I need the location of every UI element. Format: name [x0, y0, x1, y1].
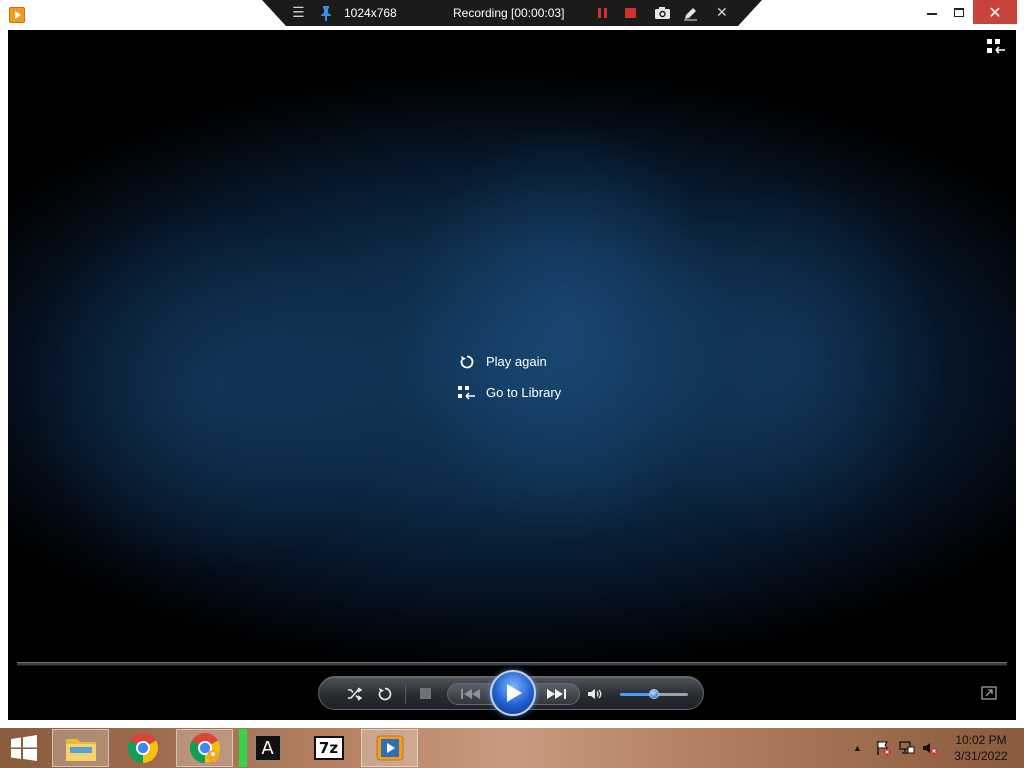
window-minimize-button[interactable]: [917, 0, 947, 24]
recording-pause-button[interactable]: [597, 0, 609, 26]
volume-slider[interactable]: [620, 689, 688, 699]
window-maximize-button[interactable]: [944, 0, 974, 24]
seek-bar[interactable]: [17, 662, 1007, 666]
repeat-icon[interactable]: [375, 684, 395, 704]
minimize-icon: [927, 13, 937, 15]
recording-toolbar: ☰ 1024x768 Recording [00:00:03] ✕: [262, 0, 762, 26]
playback-controls: [318, 670, 704, 716]
media-player-icon: [376, 735, 403, 761]
font-viewer-icon: A: [254, 735, 281, 761]
windows-logo-icon: [11, 735, 37, 761]
volume-icon: [588, 689, 602, 699]
recorder-close-button[interactable]: ✕: [716, 0, 728, 26]
taskbar: A 7z ▲ 10:02 PM 3/31/2022: [0, 728, 1024, 768]
go-to-library-option[interactable]: Go to Library: [458, 377, 561, 408]
recording-stop-button[interactable]: [625, 0, 637, 26]
go-to-library-label: Go to Library: [486, 385, 562, 400]
play-again-option[interactable]: Play again: [458, 346, 561, 377]
speaker-muted-icon[interactable]: [922, 728, 938, 768]
annotate-pen-icon[interactable]: [683, 0, 698, 26]
replay-icon: [458, 353, 476, 371]
video-player-area[interactable]: Play again Go to Library: [8, 30, 1016, 720]
taskbar-font-viewer[interactable]: A: [239, 729, 296, 767]
taskbar-chrome[interactable]: [114, 729, 171, 767]
previous-button[interactable]: [447, 683, 495, 705]
maximize-icon: [954, 7, 964, 17]
window-titlebar: ☰ 1024x768 Recording [00:00:03] ✕ ✕: [0, 0, 1024, 30]
taskbar-clock[interactable]: 10:02 PM 3/31/2022: [950, 732, 1012, 764]
previous-icon: [461, 689, 480, 699]
taskbar-file-explorer[interactable]: [52, 729, 109, 767]
folder-icon: [65, 739, 96, 761]
action-center-flag-icon[interactable]: [875, 728, 891, 768]
stop-button[interactable]: [416, 684, 436, 704]
pin-icon[interactable]: [320, 0, 332, 26]
recording-resolution: 1024x768: [344, 6, 397, 20]
taskbar-media-player[interactable]: [361, 729, 418, 767]
switch-to-library-icon[interactable]: [986, 38, 1006, 56]
volume-slider-thumb[interactable]: [649, 689, 659, 699]
next-icon: [547, 689, 566, 699]
clock-date: 3/31/2022: [954, 749, 1008, 763]
screenshot-camera-icon[interactable]: [654, 0, 671, 26]
recording-status: Recording [00:00:03]: [453, 6, 565, 20]
recorder-menu-button[interactable]: ☰: [292, 0, 305, 26]
taskbar-chrome-profile[interactable]: [176, 729, 233, 767]
tray-overflow-button[interactable]: ▲: [853, 728, 862, 768]
chrome-profile-icon: [189, 733, 220, 763]
shuffle-icon[interactable]: [345, 684, 365, 704]
taskbar-7zip[interactable]: 7z: [300, 729, 357, 767]
playback-ended-menu: Play again Go to Library: [458, 346, 561, 408]
library-icon: [458, 384, 476, 402]
play-again-label: Play again: [486, 354, 547, 369]
fullscreen-toggle-icon[interactable]: [981, 686, 997, 700]
play-button[interactable]: [490, 670, 536, 716]
mute-button[interactable]: [585, 684, 605, 704]
chrome-icon: [127, 733, 158, 763]
network-icon[interactable]: [899, 728, 915, 768]
7zip-icon: 7z: [313, 736, 344, 760]
clock-time: 10:02 PM: [955, 733, 1007, 747]
play-icon: [507, 684, 522, 702]
start-button[interactable]: [6, 733, 42, 763]
media-player-app-icon: [9, 7, 25, 23]
next-button[interactable]: [532, 683, 580, 705]
window-close-button[interactable]: ✕: [973, 0, 1017, 24]
controls-separator: [405, 684, 406, 704]
